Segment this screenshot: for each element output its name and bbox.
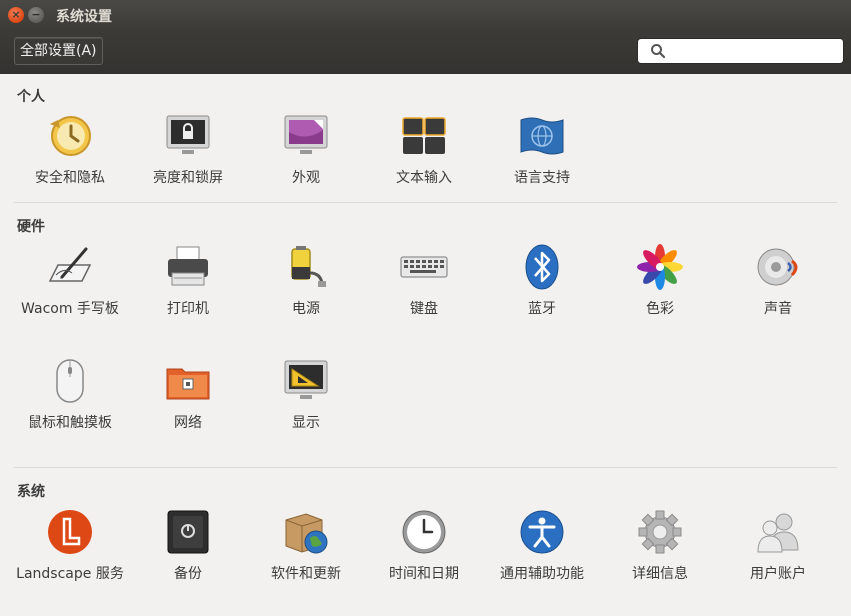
color-icon [637,244,683,290]
close-button[interactable]: × [8,7,24,23]
item-appearance[interactable]: 外观 [251,112,361,188]
item-landscape[interactable]: Landscape 服务 [15,508,125,584]
search-icon [651,44,666,59]
language-support-icon [520,117,564,155]
sound-icon [757,248,798,286]
power-icon [291,246,326,287]
time-date-icon [402,510,446,554]
section-divider [14,467,837,468]
brightness-lock-icon [166,115,210,154]
settings-content: 个人 安全和隐私 亮度和锁屏 外观 文本输入 语言支持 硬件 Wacom 手写板… [0,74,851,616]
item-security-privacy[interactable]: 安全和隐私 [15,112,125,188]
item-brightness-lock[interactable]: 亮度和锁屏 [133,112,243,188]
software-updates-icon [285,513,328,554]
item-printer[interactable]: 打印机 [133,243,243,319]
item-text-entry[interactable]: 文本输入 [369,112,479,188]
backup-icon [167,510,209,554]
item-keyboard[interactable]: 键盘 [369,243,479,319]
item-backup[interactable]: 备份 [133,508,243,584]
item-wacom-tablet[interactable]: Wacom 手写板 [15,243,125,319]
item-details[interactable]: 详细信息 [605,508,715,584]
search-input[interactable] [637,38,844,64]
title-bar: × − 系统设置 [0,0,851,30]
display-icon [284,360,328,399]
network-icon [166,368,210,400]
item-bluetooth[interactable]: 蓝牙 [487,243,597,319]
text-entry-icon [402,117,446,154]
item-universal-access[interactable]: 通用辅助功能 [487,508,597,584]
item-user-accounts[interactable]: 用户账户 [723,508,833,584]
wacom-tablet-icon [48,247,92,282]
item-language-support[interactable]: 语言支持 [487,112,597,188]
section-title-personal: 个人 [17,89,45,105]
details-icon [638,510,682,554]
section-title-hardware: 硬件 [17,219,45,235]
item-power[interactable]: 电源 [251,243,361,319]
section-title-system: 系统 [17,484,45,500]
item-sound[interactable]: 声音 [723,243,833,319]
settings-window: × − 系统设置 全部设置(A) 个人 安全和隐私 亮度和锁屏 外观 文本输入 … [0,0,851,616]
security-privacy-icon [50,116,91,156]
item-mouse-touchpad[interactable]: 鼠标和触摸板 [15,357,125,433]
window-title: 系统设置 [56,9,112,25]
item-color[interactable]: 色彩 [605,243,715,319]
minimize-button[interactable]: − [28,7,44,23]
item-display[interactable]: 显示 [251,357,361,433]
user-accounts-icon [757,513,799,553]
item-network[interactable]: 网络 [133,357,243,433]
appearance-icon [284,115,328,154]
section-divider [14,202,837,203]
landscape-icon [48,510,92,554]
printer-icon [168,246,208,286]
toolbar: 全部设置(A) [0,30,851,74]
all-settings-button[interactable]: 全部设置(A) [14,37,103,65]
mouse-touchpad-icon [56,359,84,403]
item-software-updates[interactable]: 软件和更新 [251,508,361,584]
item-time-date[interactable]: 时间和日期 [369,508,479,584]
bluetooth-icon [525,244,559,290]
keyboard-icon [400,256,448,278]
universal-access-icon [520,510,564,554]
